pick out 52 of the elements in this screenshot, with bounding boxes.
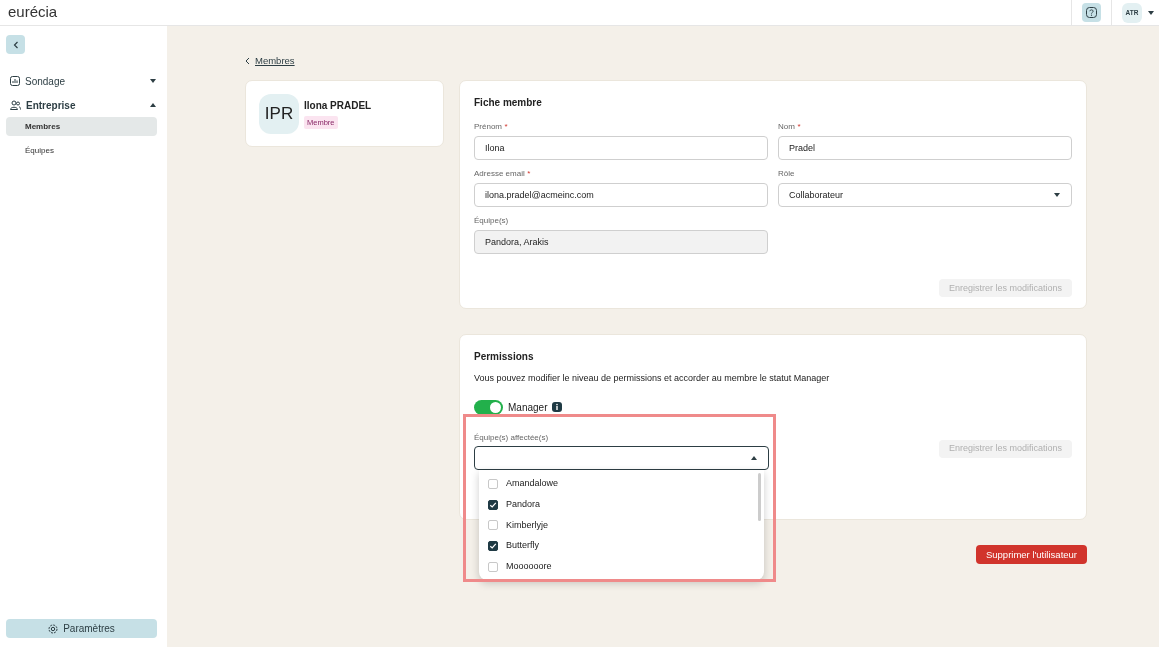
field-label: Nom <box>778 121 795 134</box>
chevron-left-icon <box>245 57 250 66</box>
settings-button[interactable]: Paramètres <box>6 619 157 638</box>
checkbox[interactable] <box>488 499 498 510</box>
required-mark: * <box>797 121 801 134</box>
select-field[interactable]: Collaborateur <box>778 183 1072 208</box>
input-field[interactable]: Pradel <box>778 136 1072 161</box>
input-field[interactable]: ilona.pradel@acmeinc.com <box>474 183 768 208</box>
description-text: Vous pouvez modifier le niveau de permissions et accorder au membre le statut Manager <box>474 372 831 386</box>
sidebar-subitem[interactable]: Membres <box>6 117 157 136</box>
sidebar-item[interactable]: Sondage <box>0 69 167 93</box>
delete-button[interactable]: Supprimer l'utilisateur <box>975 545 1087 565</box>
caret-down-icon <box>149 78 157 84</box>
input-field[interactable]: Ilona <box>474 136 768 161</box>
caret-up-icon <box>750 454 758 461</box>
readonly-field: Pandora, Arakis <box>474 230 768 255</box>
required-mark: * <box>527 168 531 181</box>
chart-icon <box>10 76 20 86</box>
sidebar-item[interactable]: Entreprise <box>0 93 167 117</box>
toggle-switch[interactable] <box>474 399 503 415</box>
card-title: Fiche membre <box>474 96 543 111</box>
field-label: Équipe(s) <box>474 215 509 228</box>
people-icon <box>10 100 21 110</box>
field-label: Équipe(s) affectée(s) <box>474 431 550 444</box>
dropdown-option[interactable]: Kimberlyje <box>479 515 764 536</box>
help-icon <box>1086 7 1097 18</box>
dropdown-option[interactable]: Moooooore <box>479 556 764 578</box>
dropdown-option[interactable]: Pandora <box>479 494 764 516</box>
select-field[interactable] <box>474 445 769 470</box>
breadcrumb-link[interactable]: Membres <box>255 54 295 69</box>
required-mark: * <box>504 121 508 134</box>
caret-down-icon <box>1053 192 1061 199</box>
gear-icon <box>48 623 59 634</box>
field-label: Rôle <box>778 168 795 181</box>
field-label: Prénom <box>474 121 502 134</box>
caret-up-icon <box>149 102 157 108</box>
sidebar-subitem[interactable]: Équipes <box>6 141 157 160</box>
dropdown-option[interactable]: Butterfly <box>479 535 764 557</box>
help-button[interactable] <box>1082 3 1101 22</box>
toggle-label: Manager <box>508 400 548 415</box>
caret-down-icon <box>1147 9 1155 16</box>
field-label: Adresse email <box>474 168 525 181</box>
dropdown-option[interactable]: Amandalowe <box>479 473 764 495</box>
card-title: Permissions <box>474 350 535 365</box>
scrollbar[interactable] <box>758 472 761 521</box>
info-icon <box>552 402 563 413</box>
chevron-left-icon <box>12 40 19 49</box>
avatar-initials: IPR <box>259 93 299 134</box>
checkbox[interactable] <box>488 541 498 552</box>
collapse-button[interactable] <box>6 35 25 54</box>
profile-name: Ilona PRADEL <box>304 99 372 114</box>
logo: eurécia <box>7 2 58 23</box>
